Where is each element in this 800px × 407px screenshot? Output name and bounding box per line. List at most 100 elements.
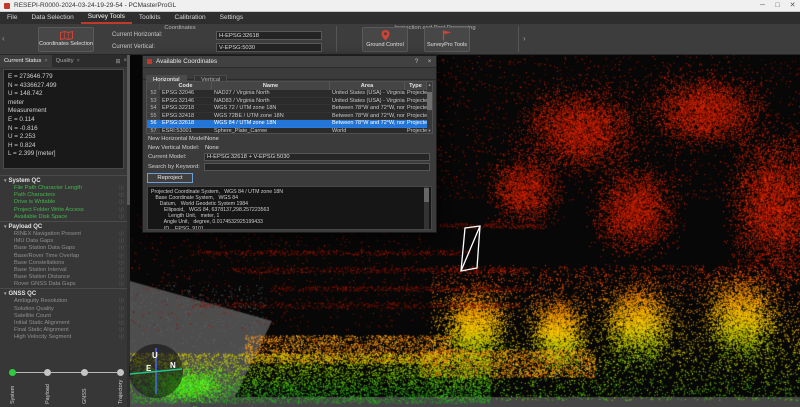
timeline-node-trajectory[interactable] xyxy=(117,369,124,376)
qc-item[interactable]: Base Station Distanceⓘ xyxy=(0,274,130,281)
info-icon[interactable]: ⓘ xyxy=(119,192,124,199)
close-button[interactable]: ✕ xyxy=(785,0,800,12)
current-horizontal-field[interactable]: H-EPSG:32618 xyxy=(216,31,322,40)
status-line: L = 2.399 [meter] xyxy=(8,150,123,159)
menu-survey-tools[interactable]: Survey Tools xyxy=(81,12,132,24)
qc-item[interactable]: High Velocity Segmentⓘ xyxy=(0,334,130,341)
qc-item[interactable]: Path Charactersⓘ xyxy=(0,192,130,199)
qc-item[interactable]: Rover GNSS Data Gapsⓘ xyxy=(0,281,130,288)
scroll-down-icon[interactable]: ▼ xyxy=(427,128,432,133)
menu-toolkits[interactable]: Toolkits xyxy=(132,12,168,24)
tab-close-icon[interactable]: × xyxy=(44,58,47,64)
qc-item[interactable]: Base/Rover Time Overlapⓘ xyxy=(0,253,130,260)
qc-item[interactable]: Available Disk Space ⓘ xyxy=(0,214,130,221)
surveypro-tools-button[interactable]: SurveyPro Tools xyxy=(424,27,470,52)
row-number: 53 xyxy=(147,98,160,106)
table-row[interactable]: 54 EPSG:32218 WGS 72 / UTM zone 18N Betw… xyxy=(147,105,432,113)
ribbon-scroll-right-icon[interactable]: › xyxy=(523,34,526,43)
menu-file[interactable]: File xyxy=(0,12,24,24)
tab-quality[interactable]: Quality × xyxy=(52,55,84,67)
collapse-icon: ▾ xyxy=(4,178,7,184)
info-icon[interactable]: ⓘ xyxy=(119,245,124,252)
tab-close-icon[interactable]: × xyxy=(77,58,80,64)
table-scrollbar[interactable]: ▲ ▼ xyxy=(427,82,432,133)
maximize-button[interactable]: □ xyxy=(770,0,785,12)
qc-item-label: Available Disk Space xyxy=(14,214,67,220)
col-code[interactable]: Code xyxy=(160,82,212,90)
info-icon[interactable]: ⓘ xyxy=(119,313,124,320)
table-row[interactable]: 52 EPSG:32046 NAD27 / Virginia North Uni… xyxy=(147,90,432,98)
qc-section-title: GNSS QC xyxy=(9,291,37,297)
timeline-node-gnss[interactable] xyxy=(81,369,88,376)
info-icon[interactable]: ⓘ xyxy=(119,281,124,288)
ground-control-button[interactable]: Ground Control xyxy=(362,27,408,52)
table-row-selected[interactable]: 56 EPSG:32618 WGS 84 / UTM zone 18N Betw… xyxy=(147,120,432,128)
scrollbar-thumb[interactable] xyxy=(127,55,130,205)
col-name[interactable]: Name xyxy=(212,82,330,90)
dialog-titlebar[interactable]: Available Coordinates ? × xyxy=(143,56,436,68)
status-line: Measurement xyxy=(8,107,123,116)
qc-item[interactable]: Project Folder Write Accessⓘ xyxy=(0,207,130,214)
field-value: None xyxy=(205,136,219,142)
reproject-button[interactable]: Reproject xyxy=(147,173,193,183)
qc-item[interactable]: Solution Qualityⓘ xyxy=(0,306,130,313)
qc-section-system[interactable]: ▾System QC xyxy=(0,175,130,185)
qc-item-label: IMU Data Gaps xyxy=(14,238,53,244)
info-icon[interactable]: ⓘ xyxy=(119,214,124,221)
search-row: Search by Keyword: xyxy=(143,163,436,172)
ribbon-scroll-left-icon[interactable]: ‹ xyxy=(2,34,5,43)
info-icon[interactable]: ⓘ xyxy=(119,320,124,327)
qc-item[interactable]: Base Station Intervalⓘ xyxy=(0,267,130,274)
menu-data-selection[interactable]: Data Selection xyxy=(24,12,80,24)
info-icon[interactable]: ⓘ xyxy=(119,298,124,305)
timeline-node-payload[interactable] xyxy=(44,369,51,376)
tab-current-status[interactable]: Current Status × xyxy=(0,55,52,67)
timeline-node-system[interactable] xyxy=(9,369,16,376)
qc-section-gnss[interactable]: ▾GNSS QC xyxy=(0,288,130,298)
panel-float-icon[interactable]: ⊞ xyxy=(115,58,120,65)
qc-item[interactable]: Ambiguity Resolutionⓘ xyxy=(0,298,130,305)
coordinates-selection-button[interactable]: Coordinates Selection xyxy=(38,27,94,52)
info-icon[interactable]: ⓘ xyxy=(119,260,124,267)
current-vertical-field[interactable]: V-EPSG:5030 xyxy=(216,43,322,52)
qc-item[interactable]: Drive is Writableⓘ xyxy=(0,199,130,206)
table-row[interactable]: 55 EPSG:32418 WGS 72BE / UTM zone 18N Be… xyxy=(147,113,432,121)
col-type[interactable]: Type xyxy=(405,82,427,90)
minimize-button[interactable]: ─ xyxy=(755,0,770,12)
qc-item[interactable]: Initial Static Alignmentⓘ xyxy=(0,320,130,327)
menu-calibration[interactable]: Calibration xyxy=(168,12,213,24)
help-button[interactable]: ? xyxy=(410,58,423,65)
info-icon[interactable]: ⓘ xyxy=(119,267,124,274)
scroll-up-icon[interactable]: ▲ xyxy=(428,82,432,87)
axis-compass[interactable]: U E N xyxy=(126,341,190,405)
scrollbar-thumb[interactable] xyxy=(427,92,432,110)
table-row[interactable]: 53 EPSG:32146 NAD83 / Virginia North Uni… xyxy=(147,98,432,106)
info-icon[interactable]: ⓘ xyxy=(119,199,124,206)
menu-settings[interactable]: Settings xyxy=(213,12,251,24)
info-scrollbar[interactable] xyxy=(424,187,429,229)
info-icon[interactable]: ⓘ xyxy=(119,327,124,334)
qc-item[interactable]: Base Constellationsⓘ xyxy=(0,260,130,267)
crs-info-box: Projected Coordinate System, WGS 84 / UT… xyxy=(147,186,432,230)
info-icon[interactable]: ⓘ xyxy=(119,238,124,245)
col-area[interactable]: Area xyxy=(330,82,405,90)
qc-item[interactable]: File Path Character Length ⓘ xyxy=(0,185,130,192)
info-icon[interactable]: ⓘ xyxy=(119,253,124,260)
qc-item[interactable]: RINEX Navigation Presentⓘ xyxy=(0,231,130,238)
info-icon[interactable]: ⓘ xyxy=(119,306,124,313)
info-icon[interactable]: ⓘ xyxy=(119,207,124,214)
table-row[interactable]: 57 ESRI:53001 Sphere_Plate_Carree World … xyxy=(147,128,432,135)
info-icon[interactable]: ⓘ xyxy=(119,185,124,192)
qc-item[interactable]: Final Static Alignmentⓘ xyxy=(0,327,130,334)
qc-item[interactable]: Satellite Countⓘ xyxy=(0,313,130,320)
scrollbar-thumb[interactable] xyxy=(424,188,429,202)
info-icon[interactable]: ⓘ xyxy=(119,274,124,281)
keyword-input[interactable] xyxy=(204,163,430,171)
qc-item[interactable]: Base Station Data Gapsⓘ xyxy=(0,245,130,252)
qc-section-payload[interactable]: ▾Payload QC xyxy=(0,221,130,231)
info-icon[interactable]: ⓘ xyxy=(119,334,124,341)
info-icon[interactable]: ⓘ xyxy=(119,231,124,238)
dialog-close-button[interactable]: × xyxy=(423,58,436,65)
qc-item[interactable]: IMU Data Gaps ⓘ xyxy=(0,238,130,245)
qc-item-label: File Path Character Length xyxy=(14,185,82,191)
